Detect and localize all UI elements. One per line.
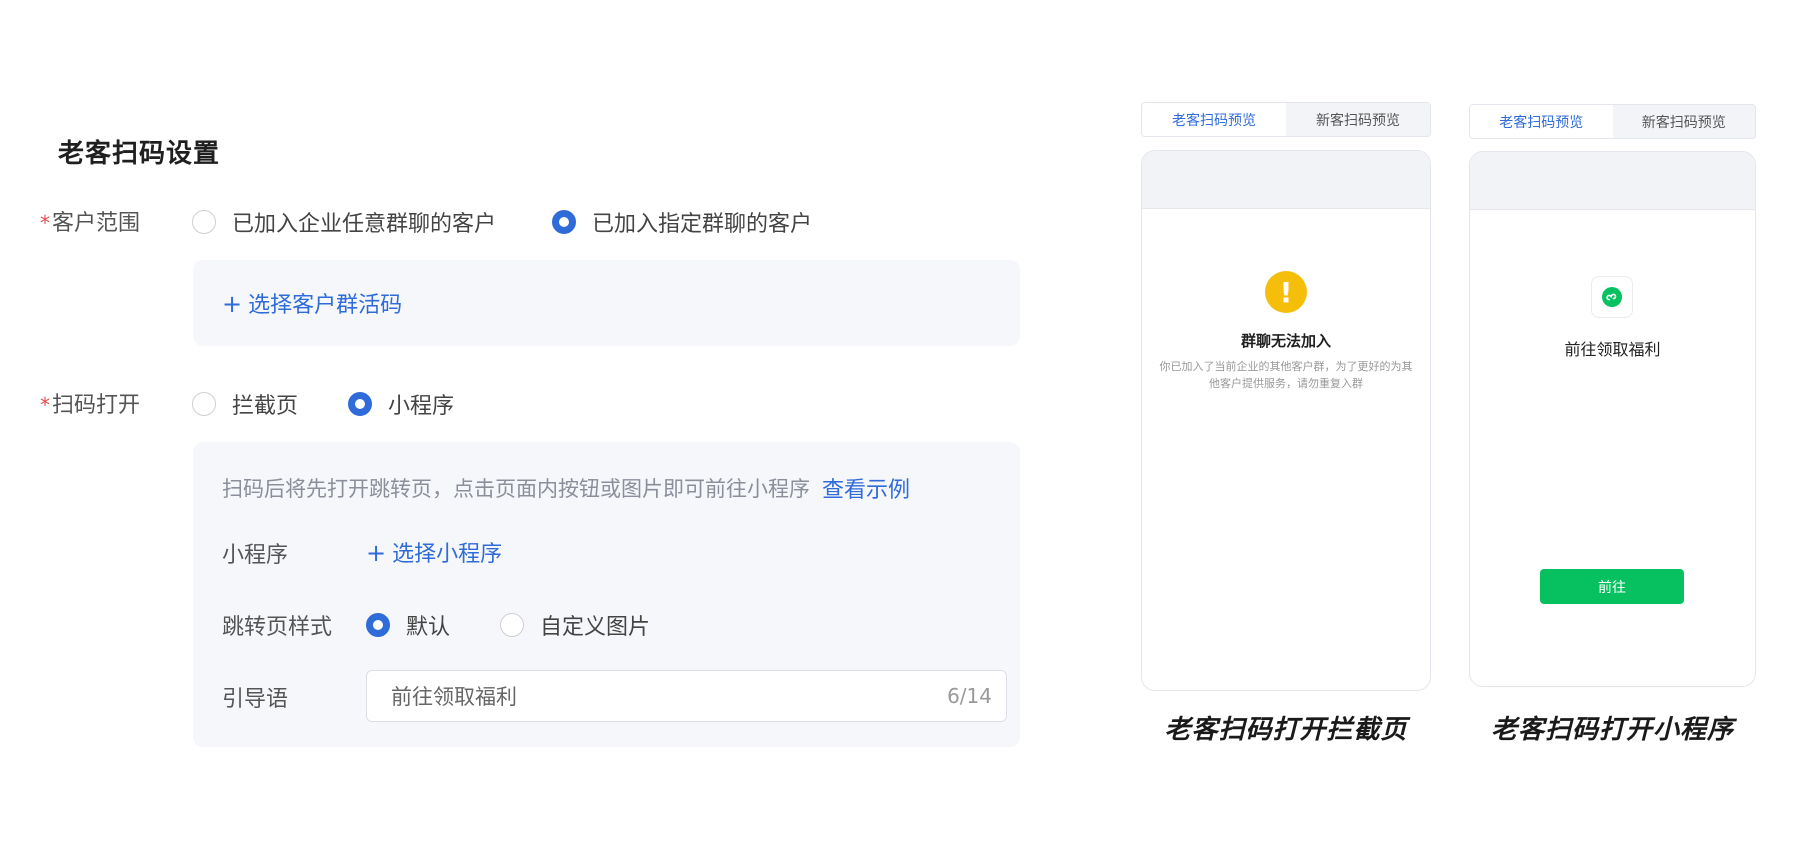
intercept-description-line: 他客户提供服务，请勿重复入群 — [1209, 377, 1363, 390]
caption-intercept: 老客扫码打开拦截页 — [1164, 715, 1408, 745]
guide-text-label: 引导语 — [222, 687, 289, 712]
radio-circle[interactable] — [552, 210, 576, 234]
radio-intercept-page[interactable]: 拦截页 — [192, 388, 298, 420]
phone-preview-mini-program — [1469, 151, 1756, 687]
mini-program-icon — [1591, 276, 1633, 318]
phone-status-bar — [1470, 152, 1755, 210]
required-mark: * — [40, 393, 50, 417]
customer-scope-label: *客户范围 — [40, 205, 140, 237]
radio-jump-style-default[interactable]: 默认 — [366, 609, 450, 641]
required-mark: * — [40, 211, 50, 235]
radio-label: 自定义图片 — [540, 615, 651, 640]
radio-any-group-customer[interactable]: 已加入企业任意群聊的客户 — [192, 206, 496, 238]
select-mini-program-button[interactable]: + 选择小程序 — [366, 536, 502, 568]
radio-circle[interactable] — [192, 210, 216, 234]
radio-label: 已加入指定群聊的客户 — [592, 212, 813, 237]
char-counter: 6/14 — [947, 684, 992, 708]
guide-text-input[interactable]: 前往领取福利 6/14 — [366, 670, 1007, 722]
hint-row: 扫码后将先打开跳转页，点击页面内按钮或图片即可前往小程序 查看示例 — [222, 472, 910, 504]
plus-icon: + — [222, 290, 243, 318]
phone-preview-intercept — [1141, 150, 1431, 691]
tab-new-customer-preview[interactable]: 新客扫码预览 — [1286, 103, 1430, 136]
radio-circle[interactable] — [366, 613, 390, 637]
page-title: 老客扫码设置 — [58, 139, 221, 169]
scan-open-label: *扫码打开 — [40, 387, 140, 419]
mini-program-label: 小程序 — [222, 543, 289, 568]
intercept-description-line: 你已加入了当前企业的其他客户群，为了更好的为其 — [1159, 360, 1413, 373]
preview-tabs-intercept: 老客扫码预览 新客扫码预览 — [1141, 102, 1431, 137]
mini-program-page-title: 前往领取福利 — [1564, 340, 1661, 359]
plus-icon: + — [366, 539, 387, 567]
radio-jump-style-custom-image[interactable]: 自定义图片 — [500, 609, 650, 641]
radio-label: 已加入企业任意群聊的客户 — [232, 212, 497, 237]
preview-tabs-mini-program: 老客扫码预览 新客扫码预览 — [1469, 104, 1756, 139]
customer-scope-label-text: 客户范围 — [52, 211, 141, 236]
radio-circle[interactable] — [348, 392, 372, 416]
warning-icon: ! — [1265, 271, 1307, 313]
radio-label: 拦截页 — [232, 394, 299, 419]
scan-open-label-text: 扫码打开 — [52, 393, 141, 418]
radio-label: 默认 — [406, 615, 451, 640]
intercept-description: 你已加入了当前企业的其他客户群，为了更好的为其 他客户提供服务，请勿重复入群 — [1141, 358, 1431, 392]
jump-style-label: 跳转页样式 — [222, 615, 333, 640]
radio-circle[interactable] — [192, 392, 216, 416]
go-button[interactable]: 前往 — [1540, 569, 1684, 604]
radio-circle[interactable] — [500, 613, 524, 637]
view-example-link[interactable]: 查看示例 — [822, 472, 910, 504]
radio-mini-program[interactable]: 小程序 — [348, 388, 454, 420]
radio-specified-group-customer[interactable]: 已加入指定群聊的客户 — [552, 206, 812, 238]
scan-open-hint: 扫码后将先打开跳转页，点击页面内按钮或图片即可前往小程序 — [222, 477, 810, 501]
tab-old-customer-preview[interactable]: 老客扫码预览 — [1142, 103, 1286, 136]
phone-status-bar — [1142, 151, 1430, 209]
select-group-code-label: 选择客户群活码 — [248, 293, 403, 318]
caption-mini-program: 老客扫码打开小程序 — [1490, 715, 1734, 745]
mini-program-logo — [1602, 287, 1622, 307]
radio-label: 小程序 — [388, 394, 455, 419]
select-mini-program-label: 选择小程序 — [392, 542, 503, 567]
intercept-title: 群聊无法加入 — [1240, 332, 1331, 350]
select-group-code-button[interactable]: + 选择客户群活码 — [222, 287, 402, 319]
guide-text-value: 前往领取福利 — [391, 685, 517, 709]
tab-new-customer-preview[interactable]: 新客扫码预览 — [1612, 105, 1755, 138]
tab-old-customer-preview[interactable]: 老客扫码预览 — [1470, 105, 1613, 138]
